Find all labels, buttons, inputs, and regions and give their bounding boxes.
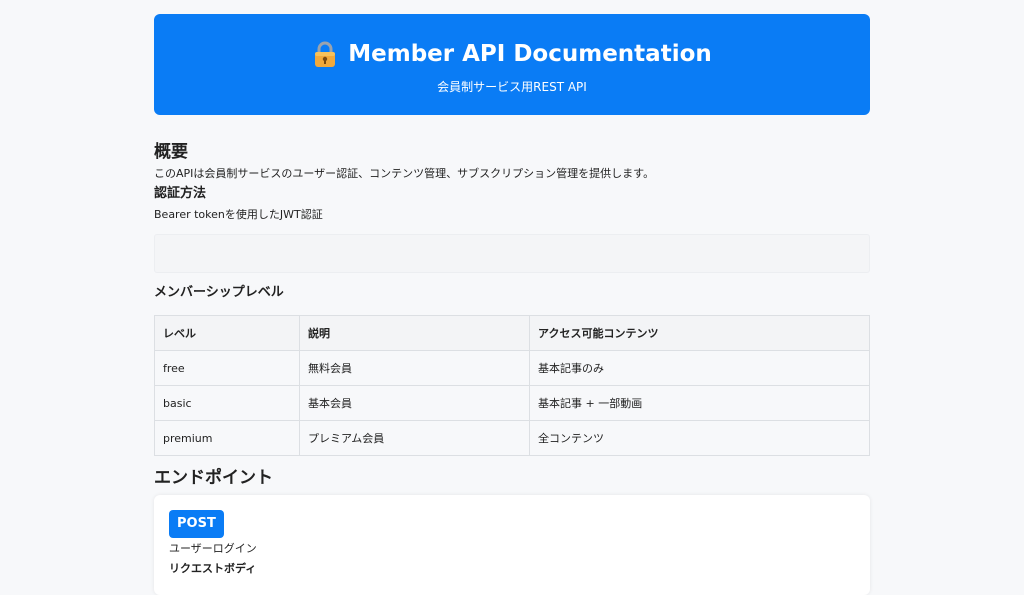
column-header-access: アクセス可能コンテンツ xyxy=(529,315,870,351)
membership-heading: メンバーシップレベル xyxy=(154,285,284,300)
table-cell: 基本会員 xyxy=(299,385,530,421)
docs-page: Member API Documentation 会員制サービス用REST AP… xyxy=(154,14,870,595)
page-subtitle: 会員制サービス用REST API xyxy=(437,80,587,94)
table-row: basic 基本会員 基本記事 + 一部動画 xyxy=(154,385,870,421)
auth-heading: 認証方法 xyxy=(154,186,207,201)
membership-table: レベル 説明 アクセス可能コンテンツ free 無料会員 基本記事のみ basi… xyxy=(154,315,870,456)
method-badge: POST xyxy=(169,510,224,538)
overview-description: このAPIは会員制サービスのユーザー認証、コンテンツ管理、サブスクリプション管理… xyxy=(154,167,655,180)
table-cell: 基本記事のみ xyxy=(529,350,870,386)
table-cell: 無料会員 xyxy=(299,350,530,386)
page-title: Member API Documentation xyxy=(348,41,712,67)
endpoints-heading: エンドポイント xyxy=(154,468,273,488)
table-cell: 基本記事 + 一部動画 xyxy=(529,385,870,421)
table-cell: プレミアム会員 xyxy=(299,420,530,456)
auth-description: Bearer tokenを使用したJWT認証 xyxy=(154,208,323,221)
request-body-heading: リクエストボディ xyxy=(169,562,257,575)
table-cell: 全コンテンツ xyxy=(529,420,870,456)
column-header-description: 説明 xyxy=(299,315,530,351)
column-header-level: レベル xyxy=(154,315,300,351)
lock-icon xyxy=(315,41,336,67)
table-row: free 無料会員 基本記事のみ xyxy=(154,350,870,386)
header-banner: Member API Documentation 会員制サービス用REST AP… xyxy=(154,14,870,115)
table-header-row: レベル 説明 アクセス可能コンテンツ xyxy=(154,315,870,351)
code-block xyxy=(154,234,870,273)
table-cell: free xyxy=(154,350,300,386)
overview-heading: 概要 xyxy=(154,142,188,162)
table-cell: basic xyxy=(154,385,300,421)
table-row: premium プレミアム会員 全コンテンツ xyxy=(154,420,870,456)
endpoint-description: ユーザーログイン xyxy=(169,542,257,555)
table-cell: premium xyxy=(154,420,300,456)
header-title-row: Member API Documentation xyxy=(154,40,870,68)
endpoint-card: POST ユーザーログイン リクエストボディ xyxy=(154,495,870,595)
